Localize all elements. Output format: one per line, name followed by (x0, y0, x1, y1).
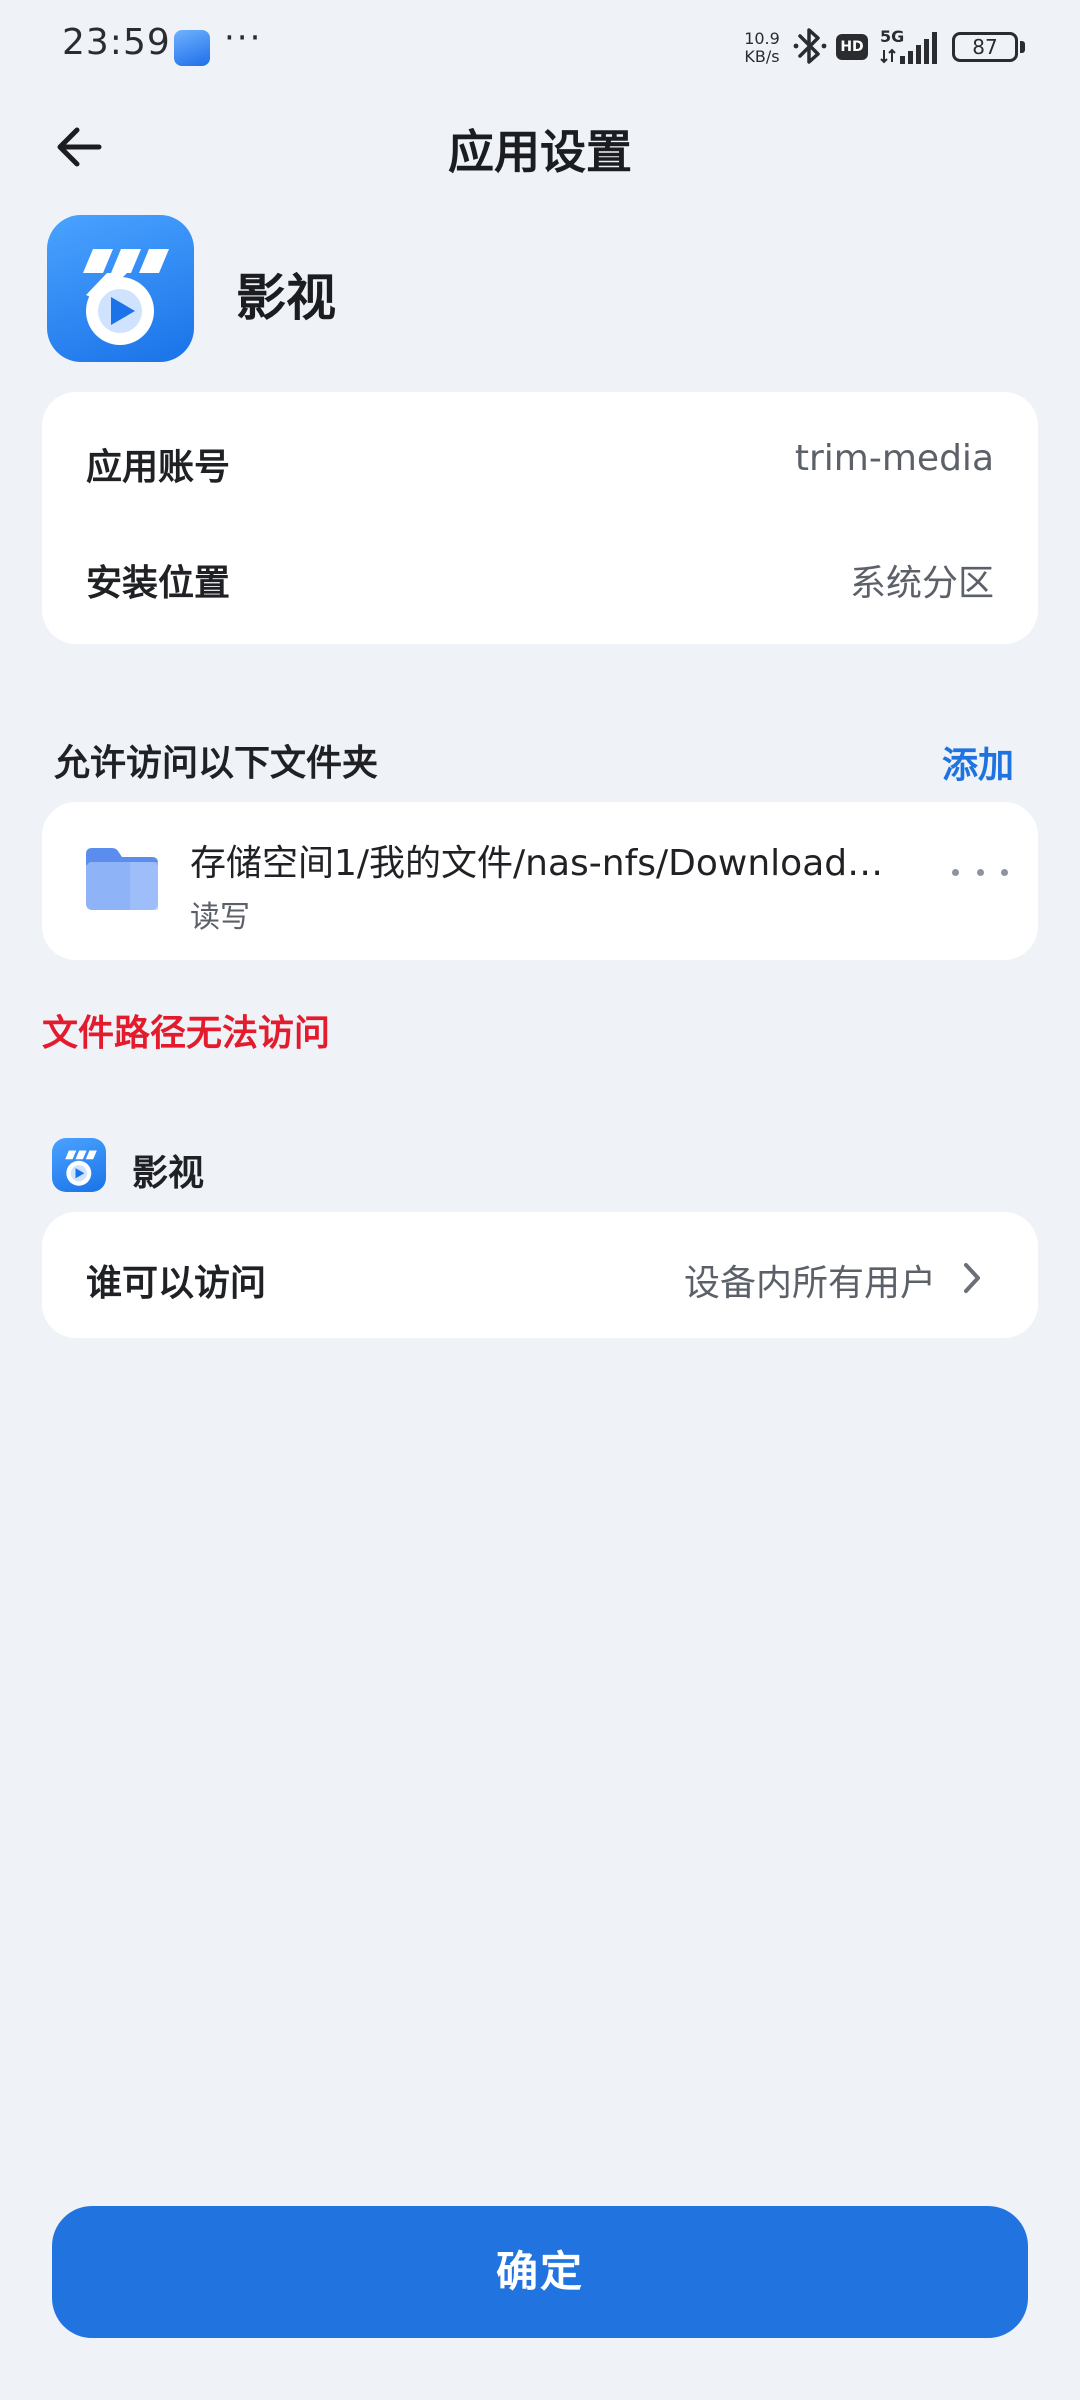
account-value: trim-media (794, 438, 994, 479)
signal-5g-icon: 5G (880, 27, 937, 64)
confirm-button[interactable]: 确定 (52, 2206, 1028, 2338)
folder-list-item[interactable]: 存储空间1/我的文件/nas-nfs/Download… 读写 (42, 802, 1038, 960)
who-can-access-row[interactable]: 谁可以访问 设备内所有用户 (42, 1212, 1038, 1338)
status-bar: 23:59 ··· 10.9 KB/s HD 5G 87 (0, 0, 1080, 96)
video-app-icon (47, 215, 194, 362)
folder-permission: 读写 (190, 900, 250, 935)
access-app-name: 影视 (132, 1153, 205, 1194)
bluetooth-icon (793, 28, 827, 64)
who-can-access-value: 设备内所有用户 (683, 1263, 936, 1304)
video-app-icon-small (52, 1138, 106, 1192)
folder-path: 存储空间1/我的文件/nas-nfs/Download… (190, 843, 884, 884)
video-app-glyph (83, 249, 169, 345)
app-settings-screen: 23:59 ··· 10.9 KB/s HD 5G 87 应用设置 影视 应用账… (0, 0, 1080, 2400)
more-options-icon[interactable] (952, 862, 1008, 882)
hd-icon: HD (836, 34, 868, 60)
who-can-access-label: 谁可以访问 (86, 1263, 267, 1304)
weather-icon (174, 30, 210, 66)
network-speed: 10.9 KB/s (738, 30, 786, 66)
battery-icon: 87 (952, 32, 1018, 62)
add-folder-button[interactable]: 添加 (942, 736, 1014, 788)
install-location-label: 安装位置 (86, 563, 231, 604)
battery-level: 87 (972, 35, 998, 59)
folder-error-message: 文件路径无法访问 (42, 1013, 331, 1054)
account-label: 应用账号 (86, 447, 231, 488)
install-location-value: 系统分区 (849, 563, 994, 604)
app-name: 影视 (236, 269, 336, 327)
status-overflow-dots: ··· (224, 18, 263, 58)
folder-icon (86, 848, 158, 910)
chevron-right-icon (964, 1263, 980, 1293)
battery-cap (1020, 41, 1025, 53)
page-title: 应用设置 (448, 125, 632, 179)
folders-section-title: 允许访问以下文件夹 (54, 743, 379, 784)
svg-text:5G: 5G (880, 27, 904, 46)
app-info-card: 应用账号 trim-media 安装位置 系统分区 (42, 392, 1038, 644)
status-time: 23:59 (62, 22, 171, 63)
network-speed-value: 10.9 (744, 29, 780, 48)
network-speed-unit: KB/s (744, 47, 780, 66)
video-app-glyph-small (65, 1150, 97, 1186)
